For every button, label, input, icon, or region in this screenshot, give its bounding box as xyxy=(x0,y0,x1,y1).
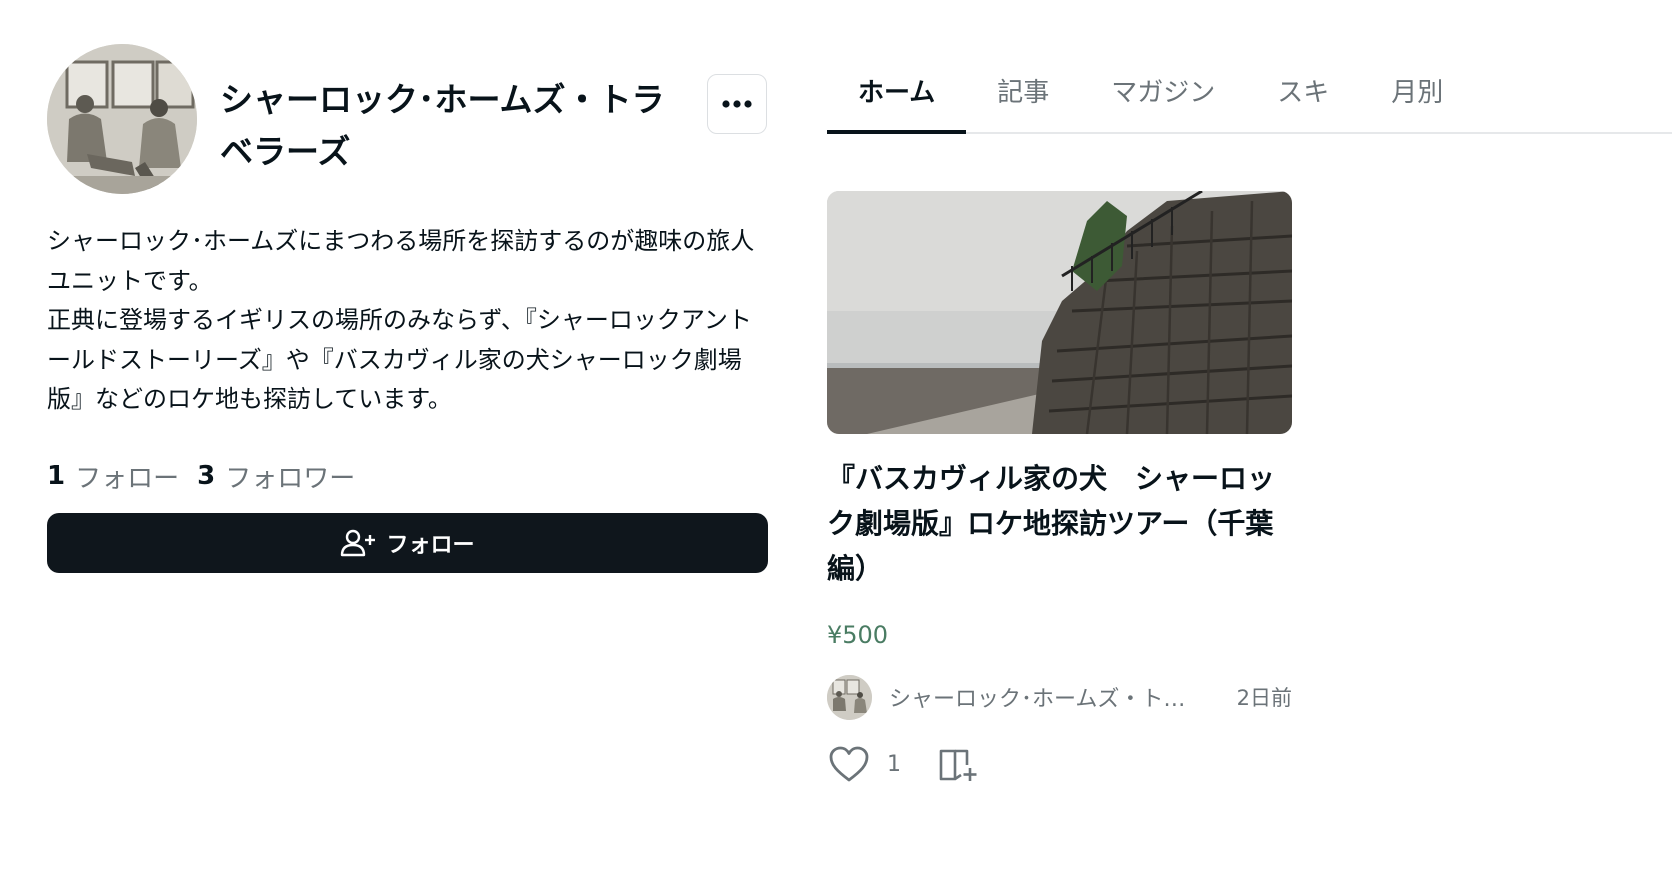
article-title[interactable]: 『バスカヴィル家の犬 シャーロック劇場版』ロケ地探訪ツアー（千葉編） xyxy=(827,456,1292,591)
avatar-illustration xyxy=(47,44,197,194)
followers-count: 3 xyxy=(197,461,216,491)
author-name[interactable]: シャーロック･ホームズ・トラベラーズ xyxy=(889,681,1199,713)
follow-stats: 1 フォロー 3 フォロワー xyxy=(47,456,373,496)
thumbnail-image xyxy=(827,191,1292,434)
tab-articles[interactable]: 記事 xyxy=(966,60,1080,132)
profile-name: シャーロック･ホームズ・トラベラーズ xyxy=(220,80,665,171)
profile-avatar[interactable] xyxy=(47,44,197,194)
article-meta: シャーロック･ホームズ・トラベラーズ 2日前 xyxy=(827,674,1292,720)
tab-home[interactable]: ホーム xyxy=(827,60,967,134)
article-card: 『バスカヴィル家の犬 シャーロック劇場版』ロケ地探訪ツアー（千葉編） ¥500 … xyxy=(827,191,1292,786)
post-time: 2日前 xyxy=(1236,686,1292,710)
follow-button[interactable]: フォロー xyxy=(47,513,768,573)
followers-link[interactable]: 3 フォロワー xyxy=(197,458,355,495)
heart-icon xyxy=(829,746,869,782)
like-button[interactable]: 1 xyxy=(827,744,901,784)
following-label: フォロー xyxy=(75,463,180,494)
more-options-button[interactable] xyxy=(707,74,767,134)
tab-magazines[interactable]: マガジン xyxy=(1080,60,1246,132)
tab-monthly[interactable]: 月別 xyxy=(1360,60,1474,132)
author-avatar-illustration xyxy=(827,674,872,720)
user-plus-icon xyxy=(340,529,376,557)
article-price: ¥500 xyxy=(827,621,889,649)
creator-page: シャーロック･ホームズ・トラベラーズ シャーロック･ホームズにまつわる場所を探訪… xyxy=(0,0,1672,882)
like-count: 1 xyxy=(887,751,901,777)
following-link[interactable]: 1 フォロー xyxy=(47,458,179,495)
add-to-magazine-button[interactable] xyxy=(937,745,979,783)
article-thumbnail[interactable] xyxy=(827,191,1292,434)
author-avatar[interactable] xyxy=(827,674,872,720)
followers-label: フォロワー xyxy=(225,463,356,494)
ellipsis-icon xyxy=(722,100,752,108)
magazine-add-icon xyxy=(939,749,977,781)
article-actions: 1 xyxy=(827,742,1292,786)
profile-bio: シャーロック･ホームズにまつわる場所を探訪するのが趣味の旅人ユニットです。 正典… xyxy=(47,227,755,413)
follow-button-label: フォロー xyxy=(386,533,475,558)
following-count: 1 xyxy=(47,461,66,491)
profile-tabs: ホーム 記事 マガジン スキ 月別 xyxy=(827,60,1672,134)
tab-likes[interactable]: スキ xyxy=(1246,60,1360,132)
